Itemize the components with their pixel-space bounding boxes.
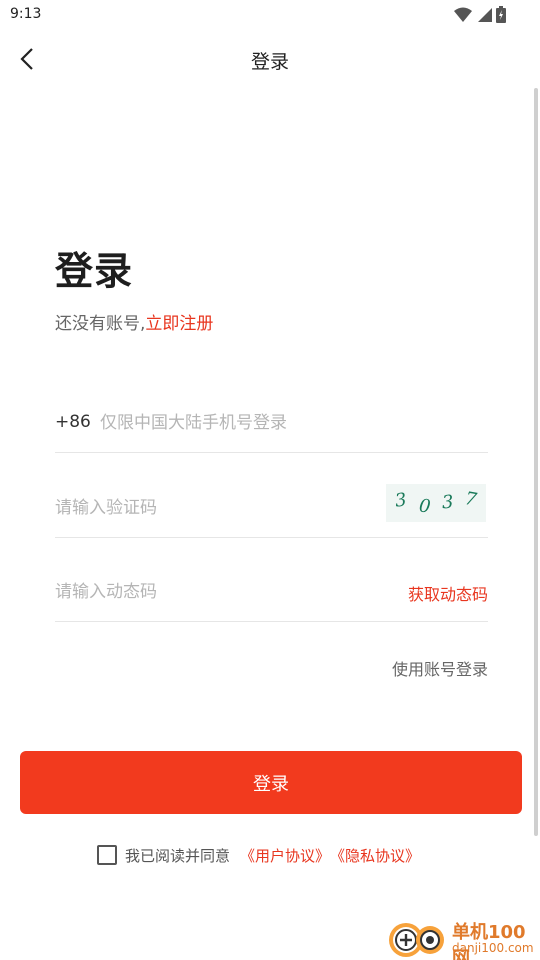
agreement-row: 我已阅读并同意 《用户协议》 《隐私协议》 xyxy=(97,844,420,866)
user-agreement-link[interactable]: 《用户协议》 xyxy=(240,845,330,866)
status-icons xyxy=(454,6,506,23)
dynamic-code-field: 获取动态码 xyxy=(55,564,488,622)
signal-icon xyxy=(478,7,492,22)
app-bar: 登录 xyxy=(0,30,540,88)
captcha-char: 7 xyxy=(463,487,479,511)
page-title: 登录 xyxy=(250,51,289,73)
register-link[interactable]: 立即注册 xyxy=(145,314,213,334)
phone-field: +86 xyxy=(55,395,488,453)
watermark-domain: danji100.com xyxy=(452,941,534,955)
dynamic-code-input[interactable] xyxy=(55,578,375,606)
register-prompt-text: 还没有账号, xyxy=(55,314,146,334)
register-prompt: 还没有账号,立即注册 xyxy=(55,309,213,334)
watermark: 单机100网 danji100.com xyxy=(386,914,536,960)
captcha-input[interactable] xyxy=(55,494,375,522)
country-code[interactable]: +86 xyxy=(55,412,91,432)
watermark-logo-icon xyxy=(389,923,444,957)
scrollbar[interactable] xyxy=(534,88,538,836)
phone-input[interactable] xyxy=(100,409,480,437)
privacy-agreement-link[interactable]: 《隐私协议》 xyxy=(330,845,420,866)
captcha-field: 3 0 3 7 xyxy=(55,480,488,538)
status-time: 9:13 xyxy=(10,6,42,22)
agreement-text: 我已阅读并同意 xyxy=(125,846,231,865)
captcha-char: 3 xyxy=(393,488,408,512)
agreement-checkbox[interactable] xyxy=(97,845,117,865)
hero-title: 登录 xyxy=(55,249,134,293)
wifi-icon xyxy=(454,7,472,22)
captcha-char: 3 xyxy=(441,491,455,513)
login-button[interactable]: 登录 xyxy=(20,751,522,814)
get-code-button[interactable]: 获取动态码 xyxy=(408,581,488,605)
account-login-link[interactable]: 使用账号登录 xyxy=(392,656,488,680)
battery-icon xyxy=(496,6,506,23)
captcha-char: 0 xyxy=(417,494,432,518)
captcha-image[interactable]: 3 0 3 7 xyxy=(386,484,486,522)
status-bar: 9:13 xyxy=(0,0,540,30)
